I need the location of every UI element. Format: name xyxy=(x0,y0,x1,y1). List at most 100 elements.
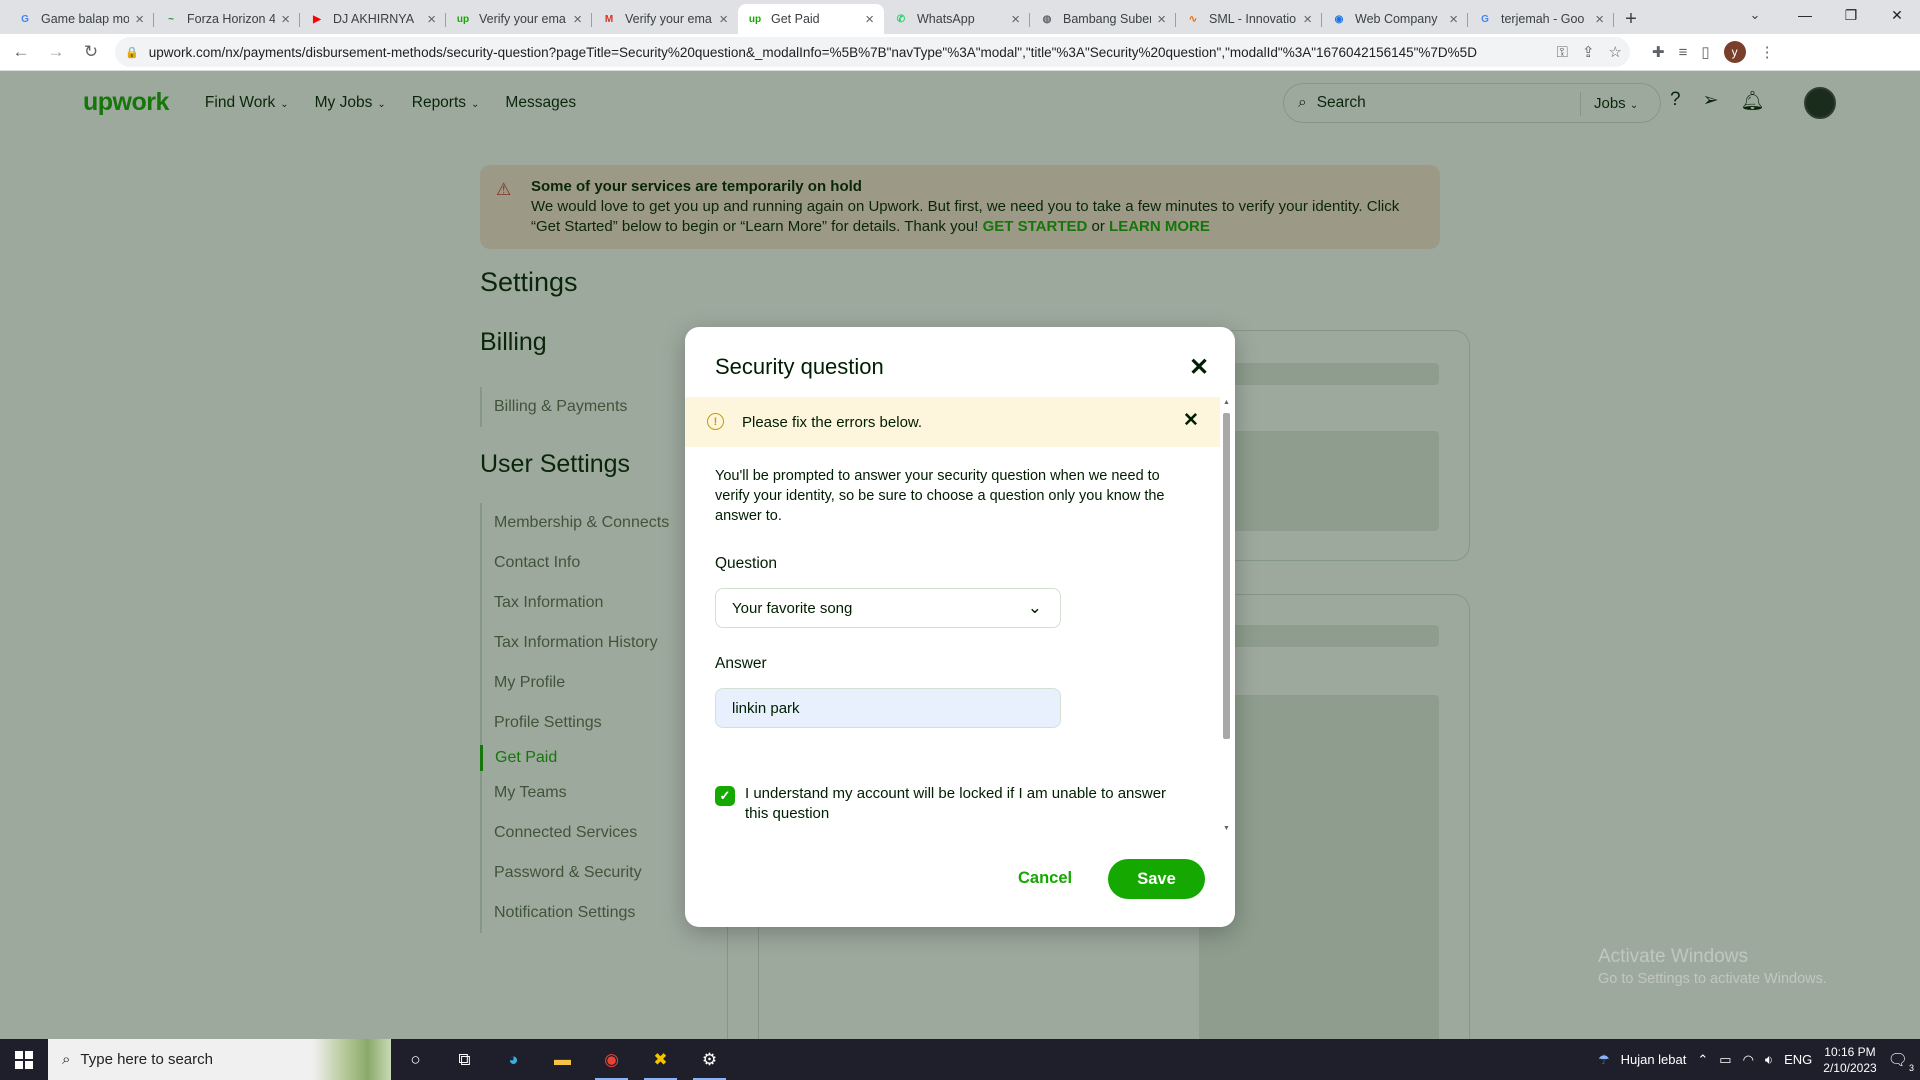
volume-icon[interactable]: 🔉︎ xyxy=(1765,1052,1773,1068)
bookmark-star-icon[interactable]: ☆ xyxy=(1609,43,1622,61)
profile-avatar[interactable]: y xyxy=(1723,41,1746,63)
url-text: upwork.com/nx/payments/disbursement-meth… xyxy=(148,44,1477,60)
browser-tab[interactable]: Gterjemah - Goo × xyxy=(1468,4,1614,34)
windows-activation-watermark: Activate Windows Go to Settings to activ… xyxy=(1598,946,1827,990)
tab-favicon-icon: ◉ xyxy=(1334,13,1344,25)
cancel-button[interactable]: Cancel xyxy=(1018,869,1072,888)
watermark-line1: Activate Windows xyxy=(1598,946,1748,967)
app-x-icon[interactable]: ✖ xyxy=(636,1039,685,1080)
tab-title: Game balap mo xyxy=(41,12,130,26)
scroll-up-arrow-icon[interactable]: ▲ xyxy=(1223,399,1230,406)
close-tab-icon[interactable]: × xyxy=(865,11,874,28)
restore-button[interactable]: ❐ xyxy=(1828,0,1874,30)
close-tab-icon[interactable]: × xyxy=(1449,11,1458,28)
tab-title: Verify your ema xyxy=(479,12,566,26)
alert-text: Please fix the errors below. xyxy=(742,413,923,431)
browser-tab[interactable]: ◍ Bambang Suber × xyxy=(1030,4,1176,34)
chevron-down-icon: ⌄ xyxy=(1027,598,1042,617)
tab-favicon-icon: ▶ xyxy=(313,13,321,25)
close-tab-icon[interactable]: × xyxy=(1157,11,1166,28)
error-alert: ! Please fix the errors below. ✕ xyxy=(685,397,1220,447)
tab-favicon-icon: ✆ xyxy=(896,13,906,25)
edge-icon[interactable]: ◕ xyxy=(489,1039,538,1080)
watermark-line2: Go to Settings to activate Windows. xyxy=(1598,971,1827,987)
tab-search-chevron-icon[interactable]: ⌄ xyxy=(1740,0,1770,30)
tab-title: Bambang Suber xyxy=(1063,12,1152,26)
browser-tab[interactable]: M Verify your ema × xyxy=(592,4,738,34)
info-warning-icon: ! xyxy=(707,413,724,430)
key-icon[interactable]: ⚿ xyxy=(1557,44,1568,61)
tab-favicon-icon: up xyxy=(748,13,762,25)
share-icon[interactable]: ⇪ xyxy=(1582,43,1595,61)
close-tab-icon[interactable]: × xyxy=(1595,11,1604,28)
browser-tab[interactable]: ▶ DJ AKHIRNYA × xyxy=(300,4,446,34)
tab-favicon-icon: ~ xyxy=(168,13,174,25)
extensions-area: ✚ ≡ ▯ y ⋮ xyxy=(1652,41,1775,63)
scrollbar-thumb[interactable] xyxy=(1223,413,1230,739)
task-view-icon[interactable]: ⧉ xyxy=(440,1039,489,1080)
reload-button[interactable]: ↻ xyxy=(77,38,105,66)
tab-title: Forza Horizon 4 xyxy=(187,12,276,26)
settings-gear-icon[interactable]: ⚙ xyxy=(685,1039,734,1080)
close-tab-icon[interactable]: × xyxy=(719,11,728,28)
windows-taskbar: ⌕ Type here to search ○ ⧉ ◕ ▬ ◉ ✖ ⚙ ☂ Hu… xyxy=(0,1039,1920,1080)
chrome-menu-icon[interactable]: ⋮ xyxy=(1760,43,1775,61)
address-toolbar: ← → ↻ 🔒 upwork.com/nx/payments/disbursem… xyxy=(0,34,1920,71)
modal-scrollbar[interactable]: ▲ ▼ xyxy=(1220,399,1232,835)
cortana-icon[interactable]: ○ xyxy=(391,1039,440,1080)
browser-tab[interactable]: G Game balap mo × xyxy=(8,4,154,34)
browser-tab[interactable]: up Verify your ema × xyxy=(446,4,592,34)
close-tab-icon[interactable]: × xyxy=(1011,11,1020,28)
chrome-icon[interactable]: ◉ xyxy=(587,1039,636,1080)
browser-tab[interactable]: ✆ WhatsApp × xyxy=(884,4,1030,34)
answer-input[interactable] xyxy=(715,688,1061,728)
url-bar[interactable]: 🔒 upwork.com/nx/payments/disbursement-me… xyxy=(115,37,1630,67)
close-tab-icon[interactable]: × xyxy=(281,11,290,28)
close-tab-icon[interactable]: × xyxy=(1303,11,1312,28)
browser-tab[interactable]: ∿ SML - Innovatio × xyxy=(1176,4,1322,34)
tray-chevron-up-icon[interactable]: ⌃ xyxy=(1697,1052,1708,1068)
notification-center-icon[interactable]: 🗨︎ 3 xyxy=(1888,1050,1914,1073)
lock-acknowledge-checkbox[interactable]: ✓ xyxy=(715,786,735,806)
extensions-puzzle-icon[interactable]: ✚ xyxy=(1652,43,1665,61)
taskbar-search[interactable]: ⌕ Type here to search xyxy=(48,1039,391,1080)
tab-title: WhatsApp xyxy=(917,12,975,26)
system-tray: ☂ Hujan lebat ⌃ ▭ ◠ 🔉︎ ENG 10:16 PM 2/10… xyxy=(1598,1039,1920,1080)
notification-count: 3 xyxy=(1908,1062,1914,1073)
close-icon[interactable]: ✕ xyxy=(1189,353,1209,382)
lock-icon[interactable]: 🔒 xyxy=(125,46,139,59)
close-tab-icon[interactable]: × xyxy=(573,11,582,28)
close-window-button[interactable]: ✕ xyxy=(1874,0,1920,30)
question-value: Your favorite song xyxy=(732,599,853,617)
language-indicator[interactable]: ENG xyxy=(1784,1052,1812,1067)
forward-button[interactable]: → xyxy=(42,38,70,66)
tab-title: Web Company xyxy=(1355,12,1438,26)
tab-favicon-icon: up xyxy=(456,13,470,25)
close-tab-icon[interactable]: × xyxy=(427,11,436,28)
omnibox-icons: ⚿ ⇪ ☆ xyxy=(1557,37,1622,67)
save-button[interactable]: Save xyxy=(1108,859,1205,899)
dismiss-alert-icon[interactable]: ✕ xyxy=(1183,409,1199,432)
weather-text[interactable]: Hujan lebat xyxy=(1621,1052,1687,1067)
scroll-down-arrow-icon[interactable]: ▼ xyxy=(1223,825,1230,832)
start-button[interactable] xyxy=(0,1039,48,1080)
media-control-icon[interactable]: ≡ xyxy=(1679,44,1688,61)
weather-rain-icon[interactable]: ☂ xyxy=(1598,1052,1610,1068)
side-panel-icon[interactable]: ▯ xyxy=(1701,43,1709,61)
close-tab-icon[interactable]: × xyxy=(135,11,144,28)
tab-favicon-icon: ∿ xyxy=(1188,13,1198,25)
minimize-button[interactable]: — xyxy=(1782,0,1828,30)
wifi-icon[interactable]: ◠ xyxy=(1743,1052,1754,1068)
clock[interactable]: 10:16 PM 2/10/2023 xyxy=(1823,1044,1876,1076)
back-button[interactable]: ← xyxy=(7,38,35,66)
modal-title: Security question xyxy=(715,354,884,379)
browser-tab[interactable]: ◉ Web Company × xyxy=(1322,4,1468,34)
taskbar-search-placeholder: Type here to search xyxy=(80,1051,213,1068)
file-explorer-icon[interactable]: ▬ xyxy=(538,1039,587,1080)
device-icon[interactable]: ▭ xyxy=(1719,1052,1731,1068)
new-tab-button[interactable]: + xyxy=(1616,4,1646,34)
question-select[interactable]: Your favorite song ⌄ xyxy=(715,588,1061,628)
browser-tab[interactable]: up Get Paid × xyxy=(738,4,884,34)
browser-tab[interactable]: ~ Forza Horizon 4 × xyxy=(154,4,300,34)
intro-text: You'll be prompted to answer your securi… xyxy=(715,468,1165,524)
